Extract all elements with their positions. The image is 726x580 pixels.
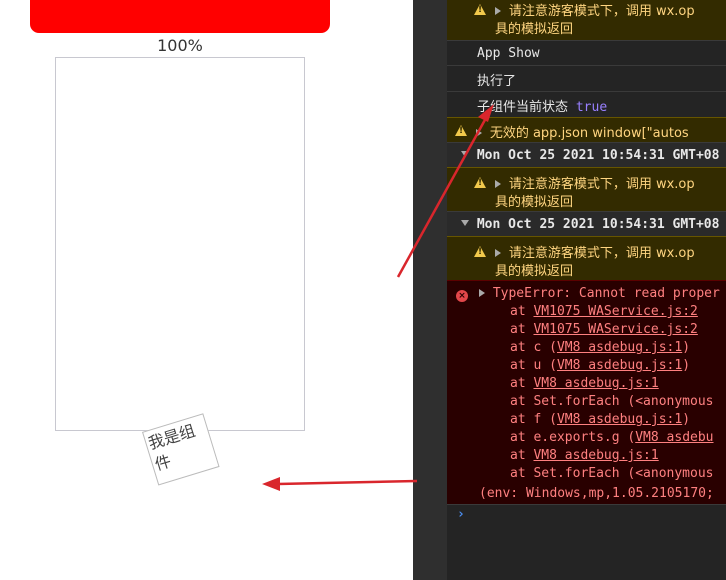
console-prompt[interactable]: › xyxy=(447,504,726,528)
stack-frame-text: at u ( xyxy=(510,358,557,373)
stack-frame: at VM8 asdebug.js:1 xyxy=(510,448,659,463)
warning-text-continued: 具的模拟返回 xyxy=(495,264,574,279)
warning-text-continued: 具的模拟返回 xyxy=(495,22,574,37)
stack-frame: at f (VM8 asdebug.js:1) xyxy=(510,412,690,427)
stack-frame-link[interactable]: VM8 asdebu xyxy=(635,430,713,445)
warning-icon xyxy=(474,4,486,15)
prompt-chevron-icon: › xyxy=(457,507,465,522)
simulator-viewport: 100% 我是组件 xyxy=(0,0,413,580)
stack-frame-text: ) xyxy=(682,412,691,427)
warning-text: 请注意游客模式下，调用 wx.op xyxy=(508,4,695,19)
group-timestamp: Mon Oct 25 2021 10:54:31 GMT+08 xyxy=(476,217,720,232)
stack-frame-text: at e.exports.g ( xyxy=(510,430,636,445)
group-timestamp: Mon Oct 25 2021 10:54:31 GMT+08 xyxy=(476,148,720,163)
log-executed: 执行了 xyxy=(477,74,517,89)
expand-triangle-icon[interactable] xyxy=(495,7,501,15)
stack-frame: at e.exports.g (VM8 asdebu xyxy=(510,430,714,445)
stack-frame-link[interactable]: VM8 asdebug.js:1 xyxy=(533,448,658,463)
collapse-triangle-icon[interactable] xyxy=(461,151,469,157)
error-icon: × xyxy=(456,290,468,302)
stack-frame-text: ) xyxy=(682,340,691,355)
devtools-panel: 请注意游客模式下，调用 wx.op 具的模拟返回 App Show 执行了 子组… xyxy=(413,0,726,580)
stack-frame-text: at c ( xyxy=(510,340,557,355)
expand-triangle-icon[interactable] xyxy=(479,289,485,297)
stack-frame: at u (VM8 asdebug.js:1) xyxy=(510,358,690,373)
stack-frame: at VM1075 WAService.js:2 xyxy=(510,322,698,337)
log-child-state-value: true xyxy=(575,100,608,115)
console-warning[interactable]: 请注意游客模式下，调用 wx.op 具的模拟返回 xyxy=(447,167,726,211)
warning-icon xyxy=(455,125,467,136)
stack-frame: at c (VM8 asdebug.js:1) xyxy=(510,340,690,355)
console-log[interactable]: 请注意游客模式下，调用 wx.op 具的模拟返回 App Show 执行了 子组… xyxy=(447,0,726,580)
stack-frame-link[interactable]: VM1075 WAService.js:2 xyxy=(533,322,697,337)
console-warning[interactable]: 请注意游客模式下，调用 wx.op 具的模拟返回 xyxy=(447,236,726,280)
percent-label: 100% xyxy=(157,36,203,55)
stack-frame: at Set.forEach (<anonymous xyxy=(510,466,714,481)
console-warning[interactable]: 无效的 app.json window["autos xyxy=(447,117,726,142)
warning-text: 请注意游客模式下，调用 wx.op xyxy=(508,246,695,261)
stack-frame-text: ) xyxy=(682,358,691,373)
expand-triangle-icon[interactable] xyxy=(476,129,482,137)
expand-triangle-icon[interactable] xyxy=(495,180,501,188)
devtools-gutter xyxy=(413,0,447,580)
stack-frame-text: at xyxy=(510,304,534,319)
log-row: 子组件当前状态 true xyxy=(447,91,726,117)
content-frame xyxy=(55,57,305,431)
stack-frame-text: at xyxy=(510,376,534,391)
stack-frame-text: at f ( xyxy=(510,412,557,427)
stack-frame-link[interactable]: VM8 asdebug.js:1 xyxy=(557,412,682,427)
stack-frame-text: at xyxy=(510,448,534,463)
stack-frame: at VM1075 WAService.js:2 xyxy=(510,304,698,319)
warning-icon xyxy=(474,177,486,188)
warning-text: 无效的 app.json window["autos xyxy=(489,126,689,141)
log-child-state-label: 子组件当前状态 xyxy=(477,100,569,115)
stack-frame-text: at Set.forEach (<anonymous xyxy=(510,394,714,409)
warning-icon xyxy=(474,246,486,257)
stack-frame: at Set.forEach (<anonymous xyxy=(510,394,714,409)
log-app-show: App Show xyxy=(477,46,540,61)
stack-frame-link[interactable]: VM8 asdebug.js:1 xyxy=(557,358,682,373)
warning-text: 请注意游客模式下，调用 wx.op xyxy=(508,177,695,192)
stack-frame: at VM8 asdebug.js:1 xyxy=(510,376,659,391)
red-header-bar xyxy=(30,0,330,33)
log-row: App Show xyxy=(447,40,726,65)
log-row: 执行了 xyxy=(447,65,726,91)
stack-frame-text: at Set.forEach (<anonymous xyxy=(510,466,714,481)
stack-frame-text: at xyxy=(510,322,534,337)
stack-frame-link[interactable]: VM8 asdebug.js:1 xyxy=(533,376,658,391)
stack-frame-link[interactable]: VM8 asdebug.js:1 xyxy=(557,340,682,355)
console-warning[interactable]: 请注意游客模式下，调用 wx.op 具的模拟返回 xyxy=(447,0,726,40)
stack-frame-link[interactable]: VM1075 WAService.js:2 xyxy=(533,304,697,319)
expand-triangle-icon[interactable] xyxy=(495,249,501,257)
warning-text-continued: 具的模拟返回 xyxy=(495,195,574,210)
collapse-triangle-icon[interactable] xyxy=(461,220,469,226)
console-group-header[interactable]: Mon Oct 25 2021 10:54:31 GMT+08 xyxy=(447,142,726,167)
error-message: TypeError: Cannot read proper xyxy=(492,286,720,301)
console-error[interactable]: × TypeError: Cannot read proper at VM107… xyxy=(447,280,726,504)
error-env-line: (env: Windows,mp,1.05.2105170; xyxy=(479,486,714,501)
console-group-header[interactable]: Mon Oct 25 2021 10:54:31 GMT+08 xyxy=(447,211,726,236)
